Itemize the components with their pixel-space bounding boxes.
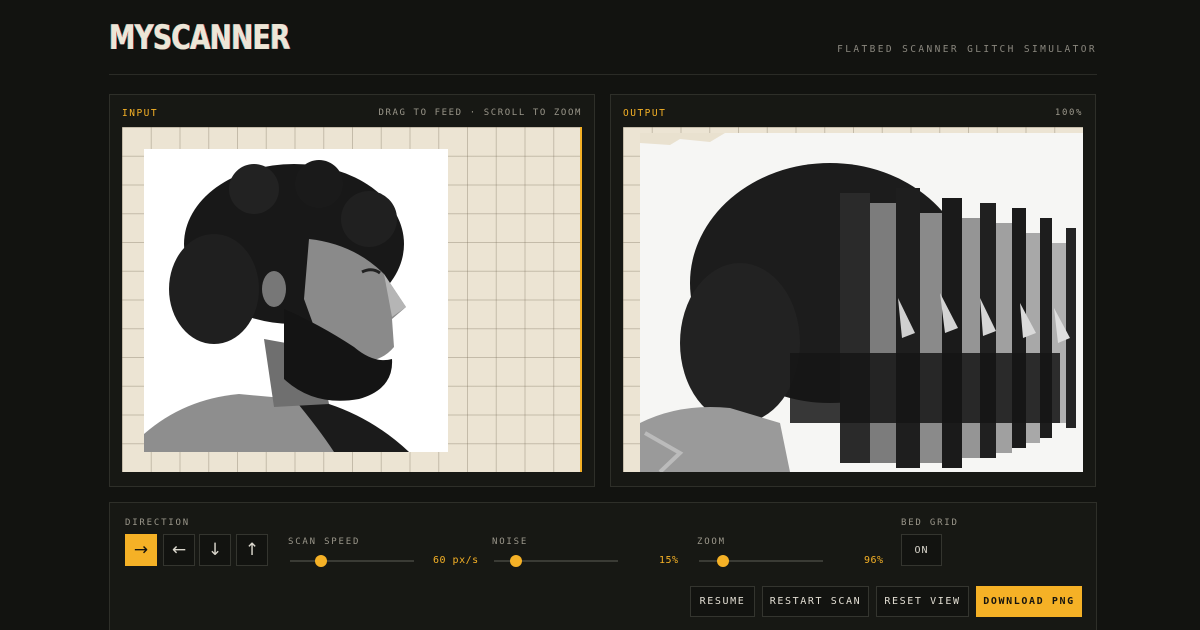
scan-speed-thumb[interactable] bbox=[315, 555, 327, 567]
input-scanner-bed[interactable] bbox=[122, 127, 582, 472]
bed-grid-toggle[interactable]: ON bbox=[901, 534, 942, 566]
zoom-value: 96% bbox=[864, 555, 884, 566]
direction-down-button[interactable]: ↓ bbox=[199, 534, 231, 566]
download-png-button[interactable]: DOWNLOAD PNG bbox=[976, 586, 1082, 617]
zoom-slider[interactable] bbox=[699, 555, 823, 567]
restart-scan-button[interactable]: RESTART SCAN bbox=[762, 586, 869, 617]
output-scanner-bed[interactable] bbox=[623, 127, 1083, 472]
direction-up-button[interactable]: ↑ bbox=[236, 534, 268, 566]
resume-button[interactable]: RESUME bbox=[690, 586, 755, 617]
zoom-label: ZOOM bbox=[697, 537, 726, 547]
scan-speed-value: 60 px/s bbox=[433, 555, 479, 566]
noise-value: 15% bbox=[659, 555, 679, 566]
scan-speed-slider[interactable] bbox=[290, 555, 414, 567]
input-panel-hint: DRAG TO FEED · SCROLL TO ZOOM bbox=[378, 108, 582, 118]
output-photo bbox=[640, 133, 1083, 472]
noise-label: NOISE bbox=[492, 537, 529, 547]
input-panel: INPUT DRAG TO FEED · SCROLL TO ZOOM bbox=[109, 94, 595, 487]
output-panel-label: OUTPUT bbox=[623, 108, 667, 119]
noise-thumb[interactable] bbox=[510, 555, 523, 567]
reset-view-button[interactable]: RESET VIEW bbox=[876, 586, 969, 617]
direction-right-button[interactable]: → bbox=[125, 534, 157, 566]
controls-panel: DIRECTION → ← ↓ ↑ SCAN SPEED 60 px/s NOI… bbox=[109, 502, 1097, 630]
output-panel: OUTPUT 100% bbox=[610, 94, 1096, 487]
app-logo: MYSCANNER bbox=[109, 18, 290, 58]
app-header: MYSCANNER FLATBED SCANNER GLITCH SIMULAT… bbox=[109, 0, 1097, 75]
portrait-image bbox=[144, 149, 448, 452]
direction-label: DIRECTION bbox=[125, 518, 190, 528]
direction-left-button[interactable]: ← bbox=[163, 534, 195, 566]
zoom-thumb[interactable] bbox=[716, 555, 729, 567]
scan-speed-label: SCAN SPEED bbox=[288, 537, 361, 547]
glitched-portrait-image bbox=[640, 133, 1083, 472]
app-subtitle: FLATBED SCANNER GLITCH SIMULATOR bbox=[837, 44, 1097, 55]
input-photo[interactable] bbox=[144, 149, 448, 452]
input-panel-label: INPUT bbox=[122, 108, 159, 119]
output-zoom-readout: 100% bbox=[1054, 108, 1083, 118]
bed-grid-label: BED GRID bbox=[901, 518, 959, 528]
noise-slider[interactable] bbox=[494, 555, 618, 567]
